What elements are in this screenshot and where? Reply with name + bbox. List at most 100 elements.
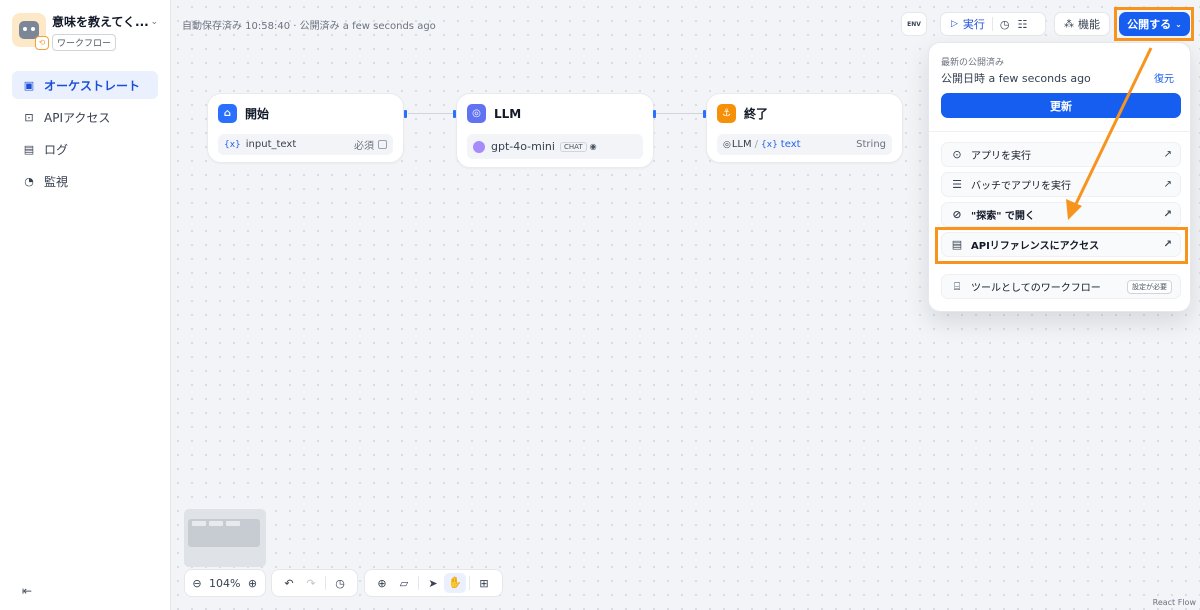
node-title: LLM	[494, 106, 522, 121]
hand-icon[interactable]: ✋	[444, 573, 466, 593]
zoom-in-icon[interactable]: ⊕	[244, 577, 260, 590]
home-icon: ⌂	[218, 104, 237, 123]
app-title[interactable]: 意味を教えてく... ⌄	[52, 13, 158, 30]
chevron-down-icon[interactable]: ⌄	[150, 17, 158, 27]
react-flow-attribution[interactable]: React Flow	[1153, 598, 1196, 607]
start-output-handle[interactable]	[404, 110, 407, 118]
openai-icon	[473, 140, 485, 153]
divider	[469, 576, 470, 590]
external-link-icon: ↗	[1163, 179, 1172, 190]
path-separator: /	[754, 139, 759, 150]
document-icon: ▤	[23, 142, 35, 156]
menu-item-label: "探索" で開く	[971, 211, 1035, 222]
play-circle-icon: ⊙	[952, 148, 962, 161]
sidebar-item-api-access[interactable]: ⊡ APIアクセス	[12, 103, 158, 131]
batch-list-icon: ☰	[952, 178, 962, 191]
zoom-level[interactable]: 104%	[209, 577, 240, 590]
node-title: 終了	[744, 107, 769, 121]
features-button[interactable]: ⁂ 機能	[1054, 12, 1110, 36]
required-label: 必須	[354, 141, 374, 152]
workflow-as-tool-item[interactable]: ⌸ ツールとしてのワークフロー 設定が必要	[941, 274, 1181, 299]
env-icon: ENV	[907, 20, 921, 28]
app-icon: ⟲	[12, 13, 49, 50]
divider	[325, 576, 326, 590]
node-title: 開始	[245, 107, 270, 121]
menu-item-label: アプリを実行	[971, 151, 1031, 162]
add-node-icon[interactable]: ⊕	[371, 577, 393, 590]
eye-icon: ◉	[589, 142, 597, 151]
redo-icon[interactable]: ↷	[300, 577, 322, 590]
end-node[interactable]: ⚓ 終了 ◎ LLM / {x} text String	[706, 93, 903, 163]
sidebar-item-logs[interactable]: ▤ ログ	[12, 135, 158, 163]
sidebar-nav: ▣ オーケストレート ⊡ APIアクセス ▤ ログ ◔ 監視	[12, 71, 158, 199]
start-node[interactable]: ⌂ 開始 {x} input_text 必須	[207, 93, 404, 163]
divider	[418, 576, 419, 590]
gauge-icon: ◔	[24, 174, 34, 188]
publish-highlight-box	[1114, 7, 1194, 41]
divider	[929, 131, 1190, 132]
app-title-text: 意味を教えてく...	[52, 15, 149, 29]
env-button[interactable]: ENV	[901, 12, 927, 36]
collapse-sidebar-icon[interactable]: ⇤	[22, 584, 32, 598]
undo-icon[interactable]: ↶	[278, 577, 300, 590]
run-button[interactable]: ▷ 実行	[951, 16, 985, 32]
end-input-handle[interactable]	[703, 110, 706, 118]
external-link-icon: ↗	[1163, 149, 1172, 160]
minimap[interactable]	[184, 509, 266, 567]
variable-icon: {x}	[224, 139, 241, 150]
version-history-icon[interactable]: ◷	[329, 577, 351, 590]
llm-output-handle[interactable]	[653, 110, 656, 118]
zoom-controls: ⊖ 104% ⊕	[184, 569, 266, 597]
restore-button[interactable]: 復元	[1154, 70, 1174, 85]
source-node-name: LLM	[731, 139, 752, 150]
sidebar-item-label: APIアクセス	[44, 110, 111, 125]
checklist-icon[interactable]: ☷	[1018, 18, 1028, 31]
llm-icon: ◎	[467, 104, 486, 123]
run-label: 実行	[962, 18, 985, 31]
api-reference-highlight-box	[935, 227, 1188, 264]
run-app-item[interactable]: ⊙ アプリを実行 ↗	[941, 142, 1181, 167]
llm-node[interactable]: ◎ LLM gpt-4o-mini CHAT ◉	[456, 93, 654, 168]
add-note-icon[interactable]: ▱	[393, 577, 415, 590]
variable-name: input_text	[245, 139, 297, 150]
latest-published-label: 最新の公開済み	[941, 58, 1005, 68]
zoom-out-icon[interactable]: ⊖	[189, 577, 205, 590]
minimap-node	[209, 521, 223, 526]
llm-source-icon: ◎	[723, 139, 731, 150]
app-type-badge: ワークフロー	[52, 34, 117, 51]
minimap-viewport	[188, 519, 260, 547]
pointer-icon[interactable]: ➤	[422, 577, 444, 590]
features-label: 機能	[1078, 18, 1100, 31]
model-name: gpt-4o-mini	[491, 140, 555, 153]
sidebar-item-monitoring[interactable]: ◔ 監視	[12, 167, 158, 195]
batch-run-item[interactable]: ☰ バッチでアプリを実行 ↗	[941, 172, 1181, 197]
sidebar-item-orchestrate[interactable]: ▣ オーケストレート	[12, 71, 158, 99]
workflow-badge-icon: ⟲	[35, 36, 49, 50]
sidebar-item-label: 監視	[44, 174, 69, 189]
canvas-tools: ⊕ ▱ ➤ ✋ ⊞	[364, 569, 503, 597]
terminal-icon: ⊡	[24, 110, 34, 124]
update-button[interactable]: 更新	[941, 93, 1181, 118]
external-link-icon: ↗	[1163, 209, 1172, 220]
menu-item-label: ツールとしてのワークフロー	[971, 283, 1101, 294]
features-icon: ⁂	[1064, 18, 1074, 30]
minimap-node	[192, 521, 206, 526]
publish-dropdown: 最新の公開済み 公開日時 a few seconds ago 復元 更新 ⊙ ア…	[928, 42, 1191, 312]
menu-item-label: バッチでアプリを実行	[971, 181, 1071, 192]
end-icon: ⚓	[717, 104, 736, 123]
variable-type: String	[856, 139, 886, 150]
sidebar: ⟲ 意味を教えてく... ⌄ ワークフロー ▣ オーケストレート ⊡ APIアク…	[0, 0, 171, 610]
model-row: gpt-4o-mini CHAT ◉	[467, 134, 643, 159]
history-controls: ↶ ↷ ◷	[271, 569, 358, 597]
open-in-explore-item[interactable]: ⊘ "探索" で開く ↗	[941, 202, 1181, 227]
compass-icon: ⊘	[952, 208, 962, 221]
divider	[991, 17, 993, 31]
variable-name: text	[780, 139, 801, 150]
llm-input-handle[interactable]	[453, 110, 456, 118]
app-header[interactable]: ⟲ 意味を教えてく... ⌄ ワークフロー	[12, 13, 158, 51]
organize-icon[interactable]: ⊞	[473, 577, 495, 590]
run-toolbar: ▷ 実行 ◷ ☷	[940, 12, 1046, 36]
history-icon[interactable]: ◷	[1000, 18, 1010, 31]
published-time: 公開日時 a few seconds ago	[941, 72, 1091, 85]
variable-icon: {x}	[761, 139, 778, 150]
